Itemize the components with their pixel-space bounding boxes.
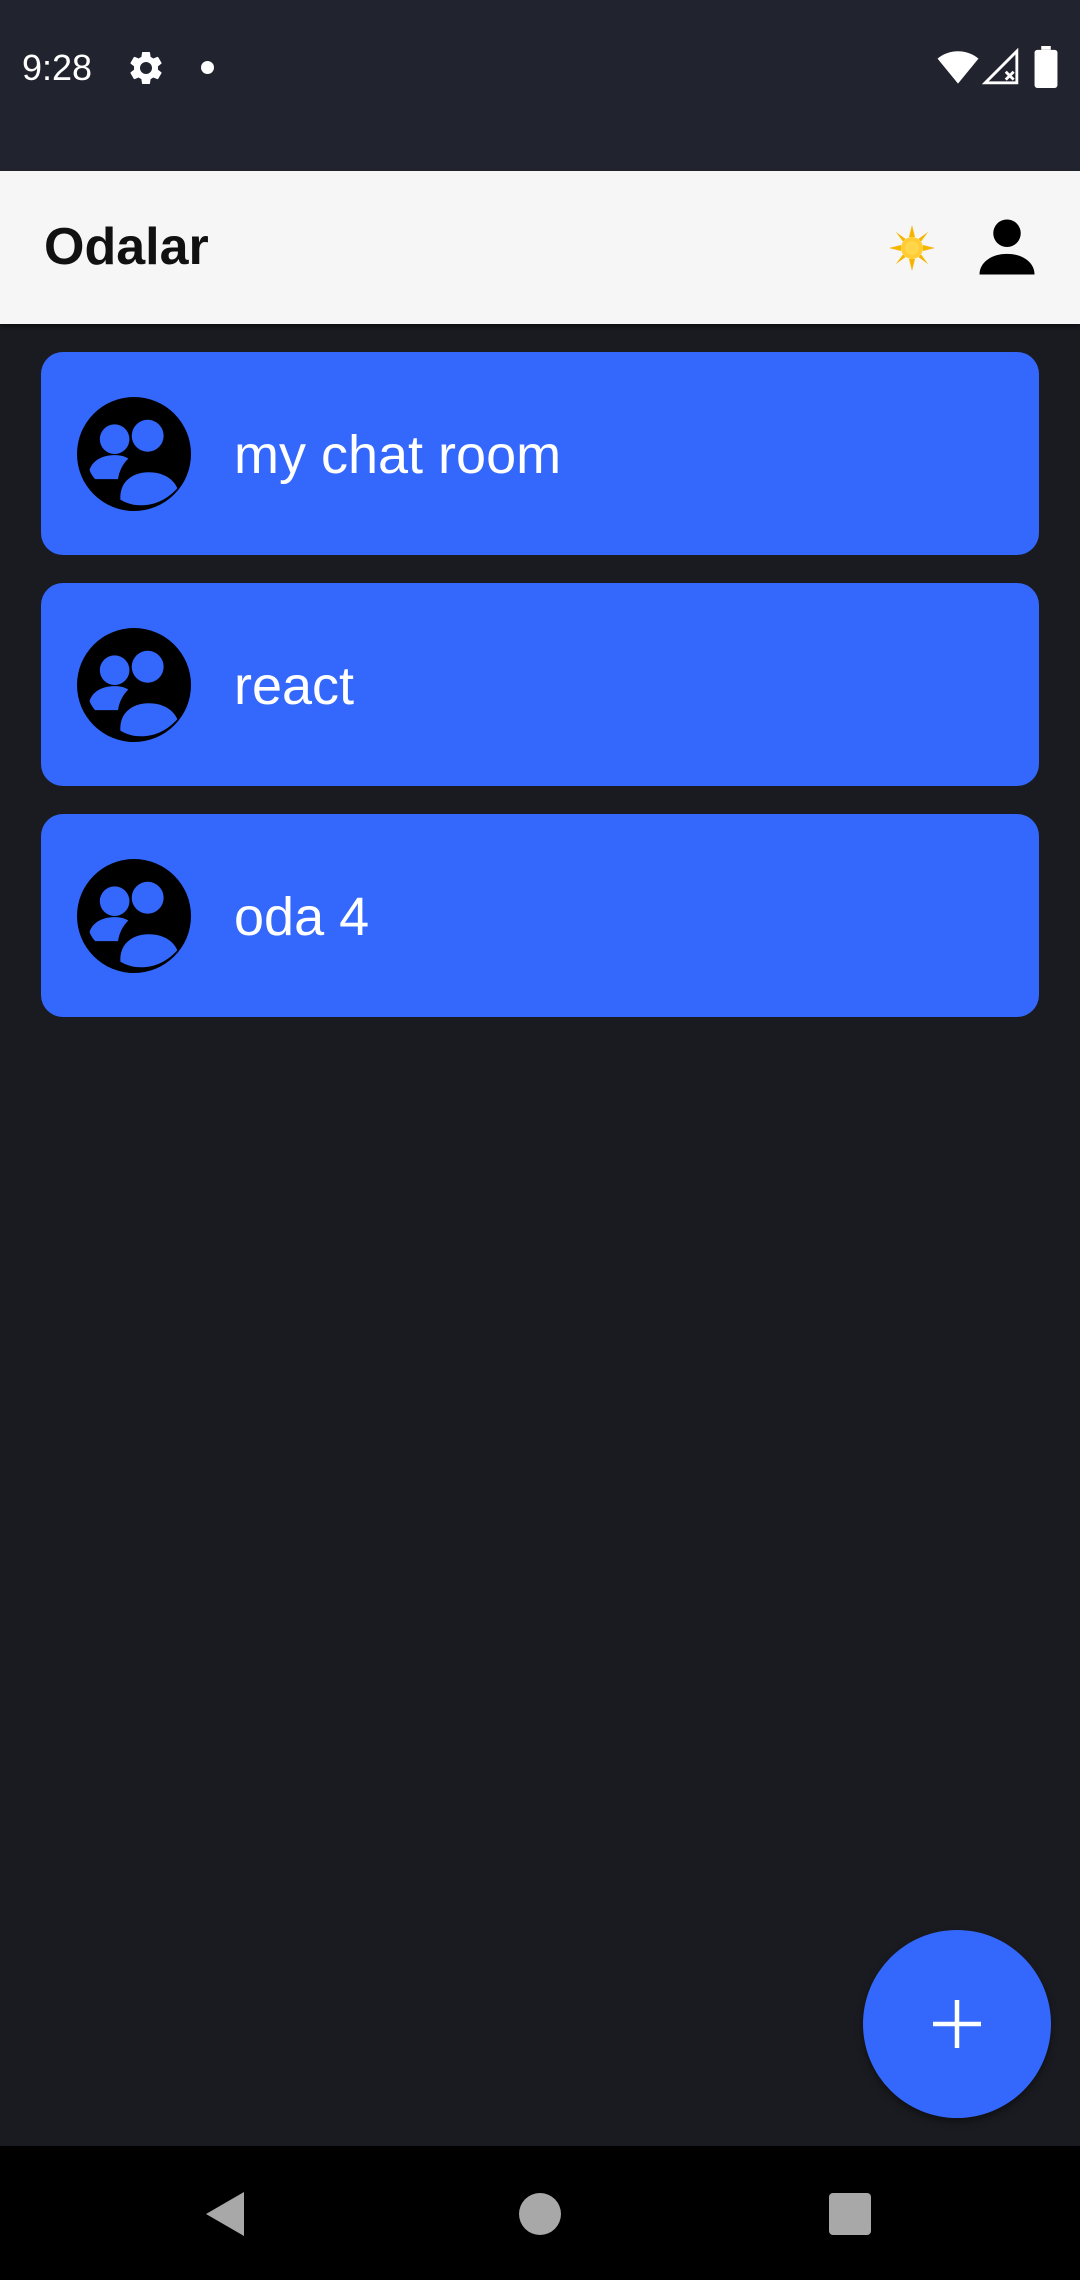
- home-icon[interactable]: [519, 2193, 561, 2235]
- screen: 9:28 Odalar my chat room react oda 4: [0, 0, 1080, 2280]
- back-icon[interactable]: [204, 2190, 248, 2238]
- plus-icon: [933, 2000, 981, 2048]
- room-list: my chat room react oda 4: [41, 352, 1039, 1045]
- room-item[interactable]: my chat room: [41, 352, 1039, 555]
- page-title: Odalar: [44, 218, 209, 276]
- wifi-icon: [937, 51, 979, 84]
- sun-icon: [889, 225, 935, 271]
- signal-icon: [982, 48, 1019, 85]
- status-time: 9:28: [22, 47, 93, 88]
- recents-icon[interactable]: [829, 2193, 871, 2235]
- group-icon: [77, 859, 191, 973]
- room-item[interactable]: oda 4: [41, 814, 1039, 1017]
- add-room-button[interactable]: [863, 1930, 1051, 2118]
- app-bar: Odalar: [0, 171, 1080, 324]
- profile-button[interactable]: [974, 214, 1040, 280]
- room-name: react: [234, 656, 355, 716]
- status-bar: 9:28: [0, 0, 1080, 171]
- group-icon: [77, 397, 191, 511]
- theme-toggle-button[interactable]: [882, 223, 942, 273]
- gear-icon: [130, 51, 162, 84]
- room-name: my chat room: [234, 425, 562, 485]
- room-name: oda 4: [234, 887, 370, 947]
- battery-icon: [1034, 46, 1058, 88]
- group-icon: [77, 628, 191, 742]
- room-item[interactable]: react: [41, 583, 1039, 786]
- notification-dot: [201, 61, 214, 74]
